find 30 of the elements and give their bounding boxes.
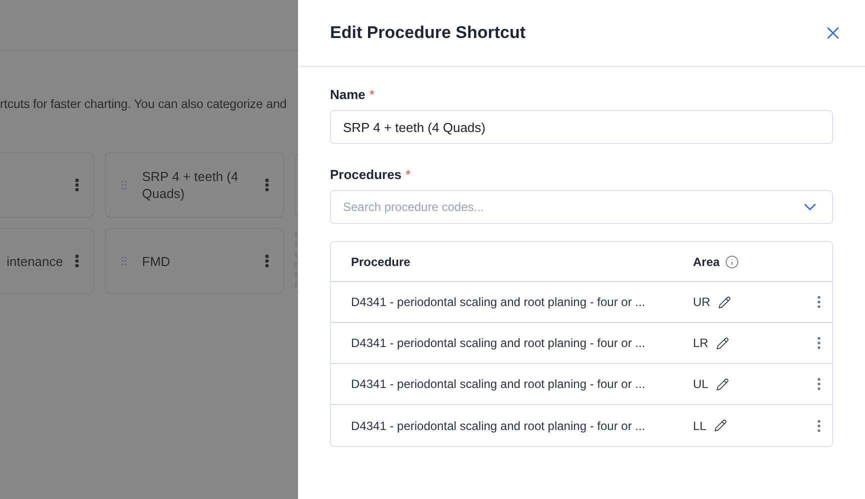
pencil-icon[interactable] (716, 336, 730, 350)
table-cell-text: UL (693, 376, 708, 393)
table-cell-text: D4341 - periodontal scaling and root planing - four or ... (350, 294, 646, 311)
page-description: rtcuts for faster charting. You can also categorize and (0, 96, 287, 113)
procedure-search-dropdown[interactable]: Search procedure codes... (330, 190, 833, 224)
required-mark: * (369, 86, 374, 104)
required-mark: * (406, 166, 411, 184)
shortcut-card[interactable]: SRP 4 + teeth (4 Quads) (105, 152, 284, 218)
table-cell-text: LL (693, 418, 706, 434)
pencil-icon[interactable] (714, 419, 728, 432)
field-label: Name (330, 86, 366, 104)
procedure-search-field[interactable]: Search procedure codes... (343, 198, 800, 216)
field-label: Procedures (330, 166, 402, 184)
shortcut-card[interactable]: FMD (105, 228, 284, 294)
name-field[interactable]: SRP 4 + teeth (4 Quads) (330, 110, 833, 144)
table-cell-text: D4341 - periodontal scaling and root planing - four or ... (350, 418, 646, 434)
column-header: Area (693, 254, 720, 270)
pencil-icon[interactable] (718, 296, 732, 308)
table-cell-text: UR (693, 294, 710, 311)
card-label: FMD (142, 252, 172, 270)
table-cell-text: LR (693, 335, 708, 352)
info-icon[interactable] (724, 254, 739, 268)
column-header: Procedure (350, 254, 412, 270)
shortcut-card[interactable]: intenance (0, 228, 94, 294)
card-label: intenance (6, 252, 63, 270)
pencil-icon[interactable] (716, 378, 730, 390)
table-cell-text: D4341 - periodontal scaling and root planing - four or ... (350, 376, 646, 393)
table-cell-text: D4341 - periodontal scaling and root planing - four or ... (350, 335, 646, 352)
panel-title: Edit Procedure Shortcut (330, 22, 526, 44)
card-label: SRP 4 + teeth (4 Quads) (142, 168, 240, 202)
